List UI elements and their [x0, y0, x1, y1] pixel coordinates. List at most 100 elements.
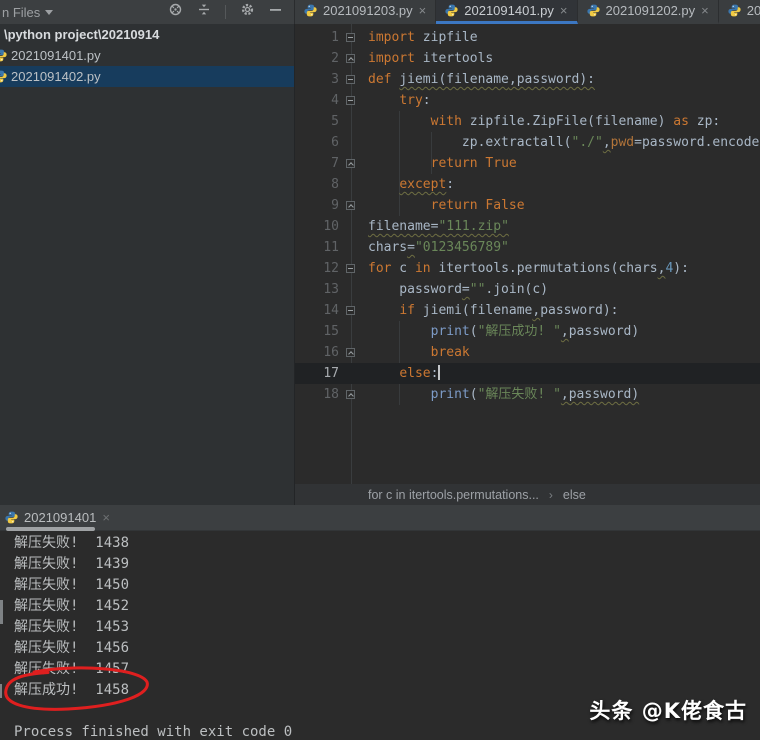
hide-panel-icon[interactable] — [269, 3, 282, 21]
fold-end-marker-icon[interactable] — [346, 348, 355, 357]
line-number: 13 — [295, 279, 339, 300]
line-number: 14 — [295, 300, 339, 321]
fold-end-marker-icon[interactable] — [346, 201, 355, 210]
editor-tab[interactable]: 2021091401.py× — [436, 0, 577, 24]
python-file-icon — [5, 511, 18, 524]
code-text[interactable]: def jiemi(filename,password): — [368, 69, 595, 90]
code-text[interactable]: for c in itertools.permutations(chars,4)… — [368, 258, 689, 279]
breadcrumb-item-for[interactable]: for c in itertools.permutations... — [368, 488, 539, 502]
code-line[interactable]: 1import zipfile — [295, 27, 760, 48]
fold-marker-icon[interactable] — [346, 33, 355, 42]
fold-end-marker-icon[interactable] — [346, 390, 355, 399]
line-number: 17 — [295, 363, 339, 384]
code-text[interactable]: try: — [368, 90, 431, 111]
code-line[interactable]: 15 print("解压成功! ",password) — [295, 321, 760, 342]
code-line[interactable]: 2import itertools — [295, 48, 760, 69]
line-number: 10 — [295, 216, 339, 237]
clipped-toolbar-icon — [0, 600, 3, 624]
code-text[interactable]: import zipfile — [368, 27, 478, 48]
code-text[interactable]: filename="111.zip" — [368, 216, 509, 237]
code-line[interactable]: 13 password="".join(c) — [295, 279, 760, 300]
code-line[interactable]: 18 print("解压失败! ",password) — [295, 384, 760, 405]
close-icon[interactable]: × — [560, 4, 568, 17]
console-scrollbar-thumb[interactable] — [6, 527, 95, 531]
code-text[interactable]: import itertools — [368, 48, 493, 69]
python-file-icon — [587, 4, 600, 17]
close-icon[interactable]: × — [701, 4, 709, 17]
code-text[interactable]: except: — [368, 174, 454, 195]
editor-tab[interactable]: 2021 — [719, 0, 760, 24]
project-tree-panel: \python project\20210914 2021091401.py 20… — [0, 24, 295, 505]
code-text[interactable]: return True — [368, 153, 517, 174]
settings-gear-icon[interactable] — [240, 2, 255, 22]
editor-tab-strip: 2021091203.py×2021091401.py×2021091202.p… — [295, 0, 760, 24]
code-text[interactable]: if jiemi(filename,password): — [368, 300, 618, 321]
project-root-node[interactable]: \python project\20210914 — [0, 24, 294, 45]
code-text[interactable]: zp.extractall("./",pwd=password.encode( — [368, 132, 760, 153]
breadcrumb-item-else[interactable]: else — [563, 488, 586, 502]
run-tab-label: 2021091401 — [24, 510, 96, 525]
console-line: 解压失败! 1456 — [14, 638, 760, 659]
line-number: 6 — [295, 132, 339, 153]
code-line[interactable]: 16 break — [295, 342, 760, 363]
close-icon[interactable]: × — [419, 4, 427, 17]
chevron-down-icon — [45, 10, 53, 15]
code-line[interactable]: 14 if jiemi(filename,password): — [295, 300, 760, 321]
console-line: 解压失败! 1439 — [14, 554, 760, 575]
code-text[interactable]: with zipfile.ZipFile(filename) as zp: — [368, 111, 720, 132]
code-line[interactable]: 12for c in itertools.permutations(chars,… — [295, 258, 760, 279]
breadcrumb: for c in itertools.permutations... › els… — [295, 484, 760, 505]
python-file-icon — [445, 4, 458, 17]
tab-label: 2021091202.py — [606, 3, 696, 18]
code-line[interactable]: 11 chars="0123456789" — [295, 237, 760, 258]
code-line[interactable]: 7 return True — [295, 153, 760, 174]
code-line[interactable]: 10 filename="111.zip" — [295, 216, 760, 237]
pycharm-window: n Files 2021091203.py×2021091401.py×2021… — [0, 0, 760, 740]
fold-marker-icon[interactable] — [346, 306, 355, 315]
code-line[interactable]: 17 else: — [295, 363, 760, 384]
locate-target-icon[interactable] — [168, 2, 183, 22]
tree-file-item[interactable]: 2021091402.py — [0, 66, 294, 87]
console-line: 解压失败! 1457 — [14, 659, 760, 680]
line-number: 7 — [295, 153, 339, 174]
python-file-icon — [0, 49, 8, 62]
fold-end-marker-icon[interactable] — [346, 54, 355, 63]
code-text[interactable]: print("解压失败! ",password) — [368, 384, 639, 405]
code-line[interactable]: 6 zp.extractall("./",pwd=password.encode… — [295, 132, 760, 153]
fold-marker-icon[interactable] — [346, 96, 355, 105]
code-text[interactable]: break — [368, 342, 470, 363]
fold-marker-icon[interactable] — [346, 264, 355, 273]
code-line[interactable]: 4 try: — [295, 90, 760, 111]
collapse-all-icon[interactable] — [197, 2, 211, 22]
toolbar-divider — [225, 5, 226, 19]
run-tab[interactable]: 2021091401 × — [0, 510, 110, 525]
editor-tab[interactable]: 2021091203.py× — [295, 0, 436, 24]
code-line[interactable]: 8 except: — [295, 174, 760, 195]
python-file-icon — [728, 4, 741, 17]
editor-tab[interactable]: 2021091202.py × — [578, 0, 719, 24]
fold-end-marker-icon[interactable] — [346, 159, 355, 168]
project-view-selector[interactable]: n Files — [0, 5, 53, 20]
python-file-icon — [304, 4, 317, 17]
console-line: 解压失败! 1438 — [14, 533, 760, 548]
line-number: 3 — [295, 69, 339, 90]
code-line[interactable]: 5 with zipfile.ZipFile(filename) as zp: — [295, 111, 760, 132]
close-icon[interactable]: × — [102, 510, 110, 525]
run-panel-tabbar: 2021091401 × — [0, 505, 760, 531]
code-text[interactable]: print("解压成功! ",password) — [368, 321, 639, 342]
code-text[interactable]: chars="0123456789" — [368, 237, 509, 258]
project-root-label: \python project\20210914 — [4, 27, 159, 42]
tree-file-item[interactable]: 2021091401.py — [0, 45, 294, 66]
code-text[interactable]: password="".join(c) — [368, 279, 548, 300]
code-text[interactable]: else: — [368, 363, 440, 384]
tree-file-label: 2021091402.py — [11, 69, 101, 84]
line-number: 11 — [295, 237, 339, 258]
tab-label: 2021 — [747, 3, 760, 18]
line-number: 18 — [295, 384, 339, 405]
code-text[interactable]: return False — [368, 195, 525, 216]
code-line[interactable]: 9 return False — [295, 195, 760, 216]
line-number: 4 — [295, 90, 339, 111]
code-line[interactable]: 3 def jiemi(filename,password): — [295, 69, 760, 90]
code-editor[interactable]: 1import zipfile2import itertools3 def jie… — [295, 24, 760, 484]
fold-marker-icon[interactable] — [346, 75, 355, 84]
